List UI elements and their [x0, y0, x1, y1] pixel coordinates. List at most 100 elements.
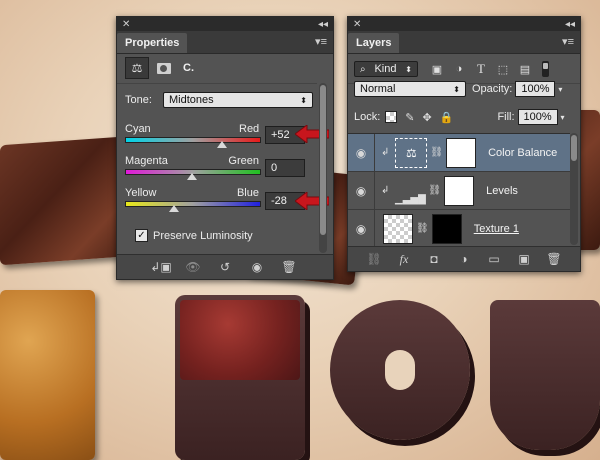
shape-layer-filter-icon[interactable]: ⬚ [492, 59, 514, 79]
layer-mask-thumbnail[interactable] [431, 213, 462, 244]
new-adjustment-icon[interactable]: ◑ [452, 250, 476, 268]
magenta-green-value-field[interactable]: 0 [265, 159, 305, 177]
eye-icon[interactable]: ◉ [348, 209, 375, 246]
layer-name[interactable]: Color Balance [488, 147, 557, 159]
type-layer-filter-icon[interactable]: T [470, 59, 492, 79]
pixel-layer-filter-icon[interactable]: ▣ [426, 59, 448, 79]
reset-icon[interactable]: ↺ [213, 258, 237, 276]
layer-row-color-balance[interactable]: ◉ ↲ ⚖ ⛓ Color Balance [348, 134, 570, 172]
link-layers-icon[interactable]: ⛓ [362, 250, 386, 268]
smart-object-filter-icon[interactable]: ▤ [514, 59, 536, 79]
lock-all-icon[interactable]: 🔒 [440, 111, 454, 124]
panel-menu-icon[interactable]: ▾≡ [315, 35, 327, 48]
filter-kind-dropdown[interactable]: ⌕ Kind ⬍ [354, 61, 418, 77]
collapse-icon[interactable]: ◂◂ [318, 19, 328, 30]
fill-value: 100% [523, 111, 552, 123]
layer-row-texture-1[interactable]: ◉ ⛓ Texture 1 [348, 209, 570, 246]
clip-to-layer-icon[interactable]: ↲▣ [149, 258, 173, 276]
opacity-field[interactable]: 100% [515, 81, 556, 97]
trash-icon[interactable]: 🗑 [542, 250, 566, 268]
yellow-blue-slider-thumb[interactable] [169, 205, 179, 212]
clip-arrow-icon: ↲ [381, 147, 390, 158]
add-mask-icon[interactable]: ◘ [422, 250, 446, 268]
yellow-label: Yellow [125, 187, 157, 199]
magenta-green-value: 0 [271, 162, 278, 174]
tab-layers[interactable]: Layers [348, 33, 400, 53]
link-icon[interactable]: ⛓ [416, 223, 429, 234]
preserve-luminosity-label: Preserve Luminosity [153, 229, 253, 242]
adjustment-thumbnail[interactable]: ▁▃▅▇ [395, 177, 426, 205]
layers-scrollbar[interactable] [570, 133, 578, 245]
layer-name[interactable]: Levels [486, 185, 518, 197]
artwork-cookie-letter [0, 290, 95, 460]
blend-row: Normal ⬍ Opacity: 100% ▾ [354, 81, 562, 97]
link-icon[interactable]: ⛓ [428, 185, 441, 196]
eye-icon[interactable]: ◉ [348, 171, 375, 210]
opacity-label: Opacity: [472, 83, 513, 95]
fx-label: fx [399, 251, 409, 266]
adjustment-layer-filter-icon[interactable]: ◑ [448, 59, 470, 79]
properties-panel: ✕ ◂◂ Properties ▾≡ ⚖ C. Tone: Midtones ⬍… [116, 16, 334, 280]
lock-move-icon[interactable]: ✥ [423, 111, 432, 124]
panel-menu-icon[interactable]: ▾≡ [562, 35, 574, 48]
layer-thumbnail[interactable] [383, 213, 413, 244]
filter-toggle-switch[interactable] [542, 61, 549, 77]
tab-properties[interactable]: Properties [117, 33, 188, 53]
layers-titlebar: ✕ ◂◂ [348, 17, 580, 31]
new-layer-icon[interactable]: ▣ [512, 250, 536, 268]
adjustment-thumbnail[interactable]: ⚖ [395, 137, 428, 168]
view-previous-icon[interactable]: 👁 [181, 258, 205, 276]
layers-scrollbar-thumb[interactable] [571, 135, 577, 161]
lock-paint-icon[interactable]: ✎ [405, 111, 414, 124]
cyan-red-slider-track[interactable] [125, 137, 261, 143]
color-balance-icon[interactable]: ⚖ [125, 57, 149, 79]
layer-filter-row: ⌕ Kind ⬍ ▣ ◑ T ⬚ ▤ [354, 59, 549, 79]
link-icon[interactable]: ⛓ [430, 147, 443, 158]
collapse-icon[interactable]: ◂◂ [565, 19, 575, 30]
fill-arrow-icon[interactable]: ▾ [561, 113, 565, 122]
close-icon[interactable]: ✕ [122, 19, 130, 30]
yellow-blue-value: -28 [271, 195, 287, 207]
yellow-blue-slider-track[interactable] [125, 201, 261, 207]
properties-scrollbar[interactable] [319, 83, 327, 253]
adjustment-short-label: C. [183, 62, 194, 74]
layer-mask-thumbnail[interactable] [444, 175, 475, 206]
tone-label: Tone: [125, 94, 152, 106]
mask-icon[interactable] [153, 58, 175, 78]
layer-mask-thumbnail[interactable] [446, 137, 477, 168]
artwork-redvelvet-overlay [180, 300, 300, 380]
tone-dropdown[interactable]: Midtones ⬍ [163, 92, 313, 108]
lock-row: Lock: ✎ ✥ 🔒 Fill: 100% ▾ [354, 109, 565, 125]
opacity-arrow-icon[interactable]: ▾ [558, 85, 562, 94]
layer-row-levels[interactable]: ◉ ↲ ▁▃▅▇ ⛓ Levels [348, 171, 570, 210]
dropdown-arrows-icon: ⬍ [405, 64, 412, 74]
clip-arrow-icon: ↲ [381, 185, 390, 196]
search-icon: ⌕ [360, 63, 366, 75]
tone-value: Midtones [169, 94, 214, 106]
preserve-luminosity-row: ✓ Preserve Luminosity [135, 229, 253, 242]
trash-icon[interactable]: 🗑 [277, 258, 301, 276]
layer-name[interactable]: Texture 1 [474, 223, 519, 235]
fx-icon[interactable]: fx [392, 250, 416, 268]
fill-field[interactable]: 100% [517, 109, 558, 125]
properties-scrollbar-thumb[interactable] [320, 85, 326, 235]
layers-panel: ✕ ◂◂ Layers ▾≡ ⌕ Kind ⬍ ▣ ◑ T ⬚ ▤ Normal… [347, 16, 581, 272]
filter-kind-value: Kind [374, 63, 397, 75]
cyan-red-slider-thumb[interactable] [217, 141, 227, 148]
visibility-icon[interactable]: ◉ [245, 258, 269, 276]
new-group-icon[interactable]: ▭ [482, 250, 506, 268]
preserve-luminosity-checkbox[interactable]: ✓ [135, 229, 148, 242]
icon-row-divider [117, 83, 317, 84]
magenta-green-slider-thumb[interactable] [187, 173, 197, 180]
lock-transparent-icon[interactable] [385, 111, 398, 123]
dropdown-arrows-icon: ⬍ [453, 84, 460, 94]
artwork-letter-o-hole [385, 350, 415, 390]
blend-mode-dropdown[interactable]: Normal ⬍ [354, 81, 466, 97]
artwork-letter-u [490, 300, 600, 450]
close-icon[interactable]: ✕ [353, 19, 361, 30]
eye-icon[interactable]: ◉ [348, 134, 375, 172]
properties-titlebar: ✕ ◂◂ [117, 17, 333, 31]
magenta-label: Magenta [125, 155, 168, 167]
layer-list: ◉ ↲ ⚖ ⛓ Color Balance ◉ ↲ ▁▃▅▇ ⛓ Levels … [348, 133, 570, 246]
cyan-label: Cyan [125, 123, 151, 135]
